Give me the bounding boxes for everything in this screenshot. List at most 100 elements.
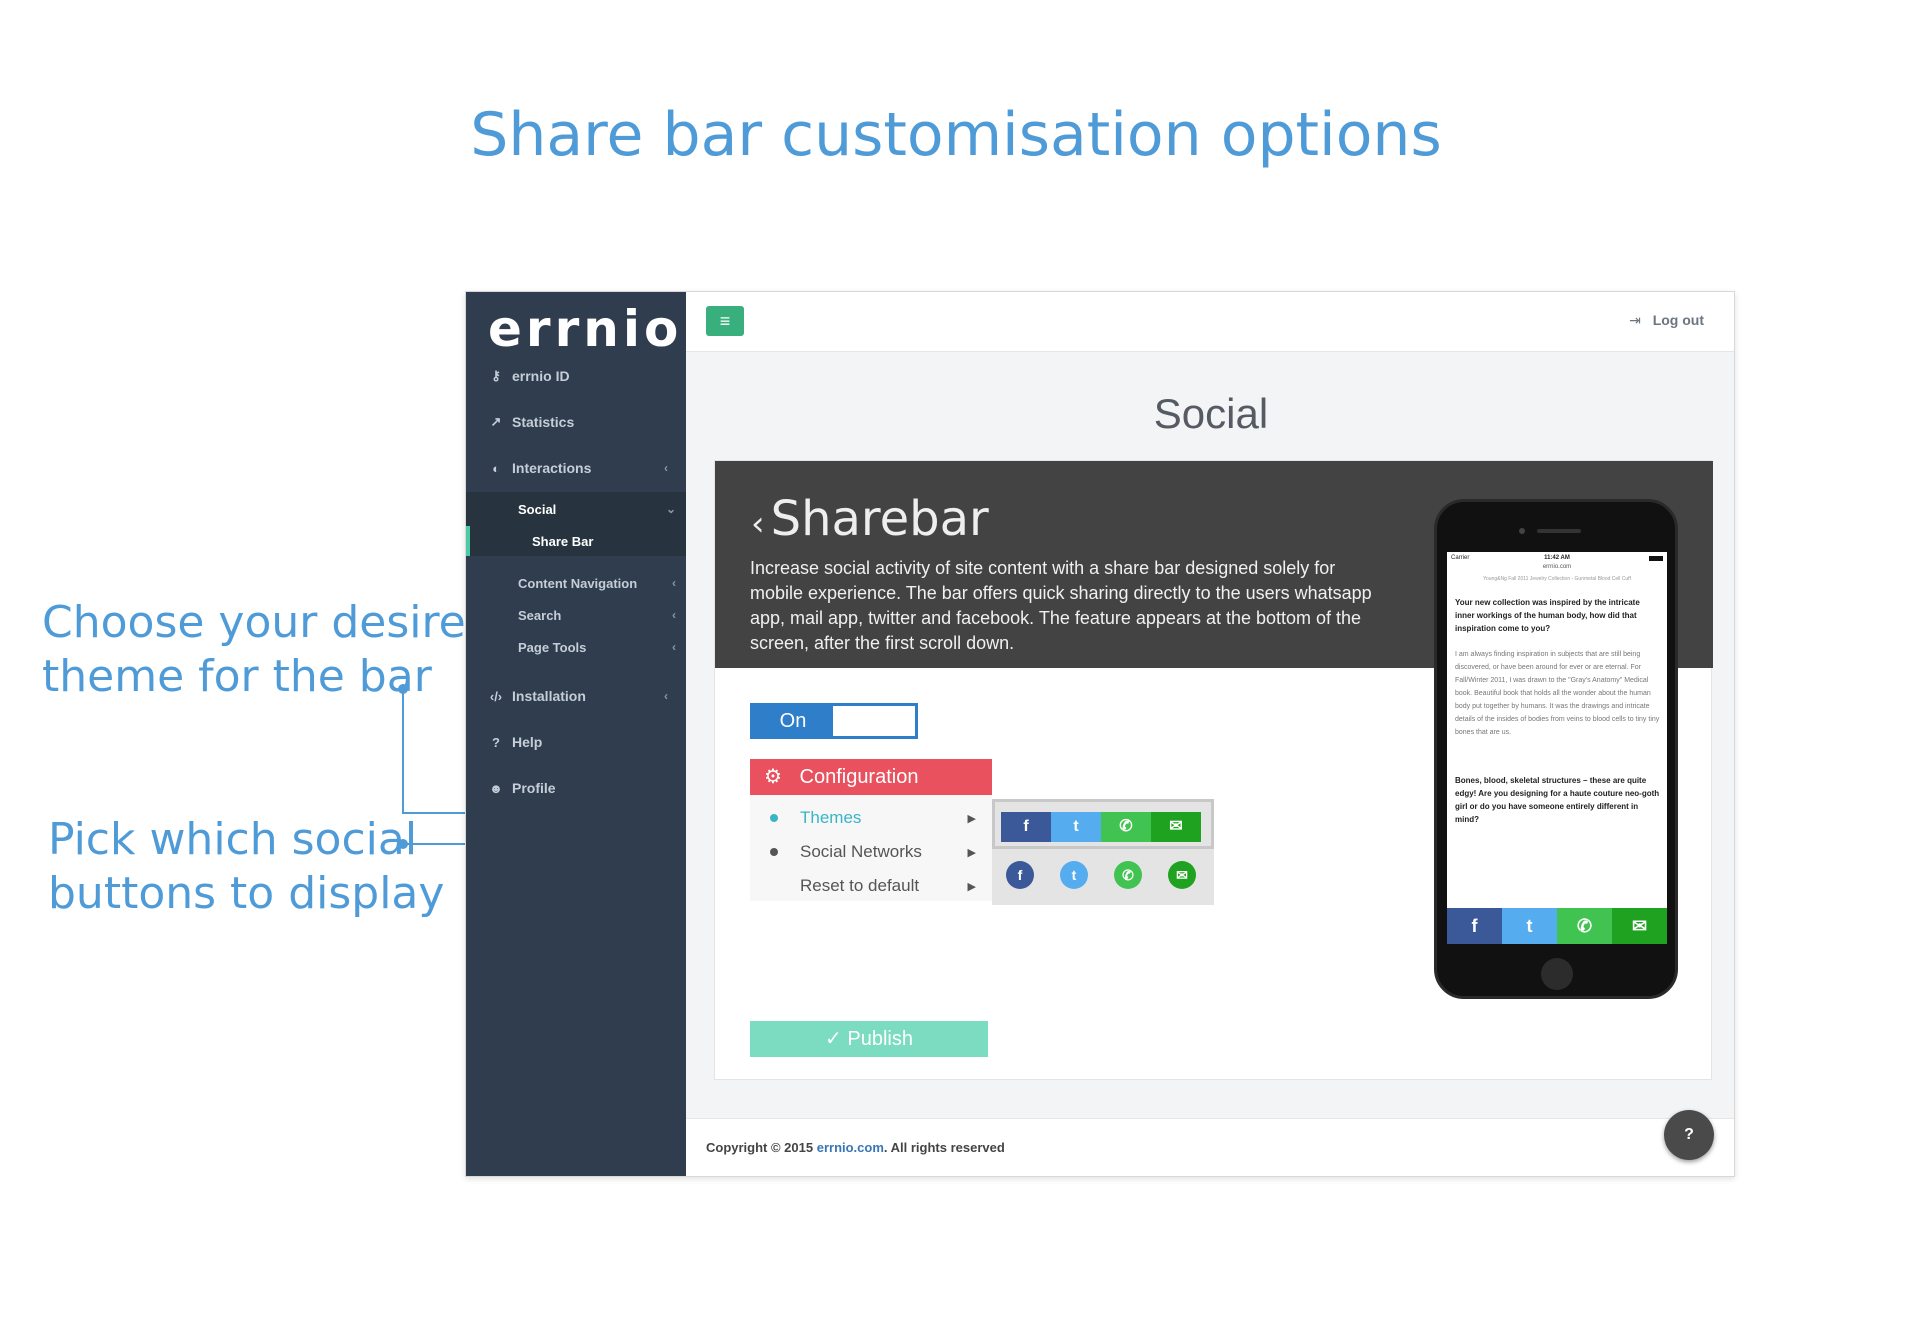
hamburger-menu-button[interactable]: ≡ <box>706 306 744 336</box>
toggle-on-label: On <box>753 706 833 736</box>
theme-option-square[interactable]: f t ✆ ✉ <box>992 799 1214 849</box>
facebook-icon[interactable]: f <box>1447 908 1502 944</box>
phone-breadcrumb: Young&Ng Fall 2011 Jewelry Collection - … <box>1483 576 1631 582</box>
whatsapp-icon[interactable]: ✆ <box>1557 908 1612 944</box>
facebook-icon: f <box>1006 861 1034 889</box>
callout-social-line-1: Pick which social <box>48 814 418 865</box>
sharebar-description: Increase social activity of site content… <box>750 558 1372 653</box>
sharebar-title: Sharebar <box>770 491 989 547</box>
phone-preview: Carrier 11:42 AM errnio.com Young&Ng Fal… <box>1434 499 1678 999</box>
theme-picker: f t ✆ ✉ f t ✆ ✉ <box>992 799 1214 905</box>
copyright: Copyright © 2015 errnio.com. All rights … <box>706 1140 1005 1155</box>
sidebar-item-label: Social <box>518 501 557 517</box>
sidebar-item-label: Help <box>512 734 543 750</box>
sidebar-item-label: errnio ID <box>512 368 570 384</box>
question-icon: ? <box>492 734 500 750</box>
sidebar-item-content-navigation[interactable]: Content Navigation ‹ <box>466 568 686 598</box>
sidebar-item-search[interactable]: Search ‹ <box>466 600 686 630</box>
sidebar-item-label: Installation <box>512 688 586 704</box>
publish-button[interactable]: ✓ Publish <box>750 1021 988 1057</box>
sidebar-item-label: Profile <box>512 780 556 796</box>
configuration-menu: Themes ▶ Social Networks ▶ Reset to defa… <box>750 795 992 901</box>
user-icon: ☻ <box>489 780 503 796</box>
caret-right-icon: ▶ <box>967 880 976 893</box>
gear-icon: ⚙ <box>764 766 782 788</box>
footer: Copyright © 2015 errnio.com. All rights … <box>686 1118 1734 1176</box>
bullet-icon <box>770 814 778 822</box>
hamburger-icon: ≡ <box>719 311 731 331</box>
slide: Share bar customisation options Choose y… <box>0 0 1912 1337</box>
chevron-left-icon: ‹ <box>664 461 668 475</box>
publish-label: Publish <box>847 1028 913 1050</box>
chevron-left-icon: ‹ <box>672 640 676 654</box>
menu-item-label: Reset to default <box>800 876 920 895</box>
chevron-down-icon: ⌄ <box>665 502 676 516</box>
sidebar-item-share-bar[interactable]: Share Bar <box>466 526 686 556</box>
phone-time: 11:42 AM <box>1544 555 1570 561</box>
facebook-icon: f <box>1001 812 1051 842</box>
caret-right-icon: ▶ <box>967 846 976 859</box>
bullet-icon <box>770 848 778 856</box>
sidebar-item-page-tools[interactable]: Page Tools ‹ <box>466 632 686 662</box>
logout-link[interactable]: ⇥ Log out <box>1629 312 1704 329</box>
callout-social-line-2: buttons to display <box>48 868 445 919</box>
callout-social: Pick which social buttons to display <box>48 813 444 921</box>
chevron-left-icon: ‹ <box>672 576 676 590</box>
menu-item-social-networks[interactable]: Social Networks ▶ <box>750 835 992 869</box>
sidebar-item-label: Search <box>518 607 562 623</box>
chat-question-icon: ? <box>1684 1126 1694 1143</box>
app-window: errnio ⚷ errnio ID ↗ Statistics ◐ Intera… <box>465 291 1735 1177</box>
logout-label: Log out <box>1652 312 1704 328</box>
key-icon: ⚷ <box>491 368 501 383</box>
callout-theme: Choose your desired theme for the bar <box>42 596 494 704</box>
topbar: ≡ ⇥ Log out <box>686 292 1734 352</box>
toggle-icon: ◐ <box>492 460 500 476</box>
menu-item-reset[interactable]: Reset to default ▶ <box>750 869 992 903</box>
home-button <box>1541 958 1573 990</box>
sidebar: errnio ⚷ errnio ID ↗ Statistics ◐ Intera… <box>466 292 686 1176</box>
email-icon: ✉ <box>1168 861 1196 889</box>
sharebar-card: ‹ Sharebar Increase social activity of si… <box>714 460 1713 1080</box>
callout-theme-line-1: Choose your desired <box>42 597 494 648</box>
chevron-left-icon: ‹ <box>664 689 668 703</box>
sidebar-item-help[interactable]: ? Help <box>466 726 686 758</box>
check-icon: ✓ <box>825 1028 842 1050</box>
sidebar-item-interactions[interactable]: ◐ Interactions ‹ <box>466 452 686 484</box>
page-title: Social <box>1153 390 1269 437</box>
back-chevron-icon[interactable]: ‹ <box>751 504 765 544</box>
sidebar-item-label: Page Tools <box>518 639 587 655</box>
code-icon: ‹/› <box>489 688 503 704</box>
configuration-header: ⚙ Configuration <box>750 759 992 795</box>
errnio-logo[interactable]: errnio <box>488 300 682 358</box>
sidebar-item-installation[interactable]: ‹/› Installation ‹ <box>466 680 686 712</box>
sidebar-item-label: Content Navigation <box>518 575 638 591</box>
copyright-prefix: Copyright © 2015 <box>706 1140 817 1155</box>
sidebar-item-errnio-id[interactable]: ⚷ errnio ID <box>466 360 686 392</box>
sidebar-item-social[interactable]: Social ⌄ <box>466 494 686 524</box>
sharebar-heading[interactable]: ‹ Sharebar <box>751 491 989 547</box>
article-answer-1: I am always finding inspiration in subje… <box>1455 651 1660 736</box>
copyright-suffix: . All rights reserved <box>883 1140 1005 1155</box>
sidebar-item-statistics[interactable]: ↗ Statistics <box>466 406 686 438</box>
help-chat-button[interactable]: ? <box>1664 1110 1714 1160</box>
twitter-icon: t <box>1060 861 1088 889</box>
callout-theme-connector-v <box>402 690 404 814</box>
twitter-icon[interactable]: t <box>1502 908 1557 944</box>
errnio-link[interactable]: errnio.com <box>817 1140 884 1155</box>
phone-share-bar: f t ✆ ✉ <box>1447 908 1667 944</box>
caret-right-icon: ▶ <box>967 812 976 825</box>
email-icon[interactable]: ✉ <box>1612 908 1667 944</box>
menu-item-label: Social Networks <box>800 842 922 861</box>
sidebar-item-profile[interactable]: ☻ Profile <box>466 772 686 804</box>
bullet-spacer <box>770 882 778 890</box>
menu-item-themes[interactable]: Themes ▶ <box>750 801 992 835</box>
whatsapp-icon: ✆ <box>1101 812 1151 842</box>
article-question-2: Bones, blood, skeletal structures – thes… <box>1455 776 1660 824</box>
email-icon: ✉ <box>1151 812 1201 842</box>
sidebar-item-label: Interactions <box>512 460 592 476</box>
logout-icon: ⇥ <box>1629 312 1641 328</box>
article-question-1: Your new collection was inspired by the … <box>1455 598 1640 633</box>
phone-screen: Carrier 11:42 AM errnio.com Young&Ng Fal… <box>1447 552 1667 944</box>
earpiece <box>1537 529 1581 533</box>
on-off-toggle[interactable]: On <box>750 703 918 739</box>
